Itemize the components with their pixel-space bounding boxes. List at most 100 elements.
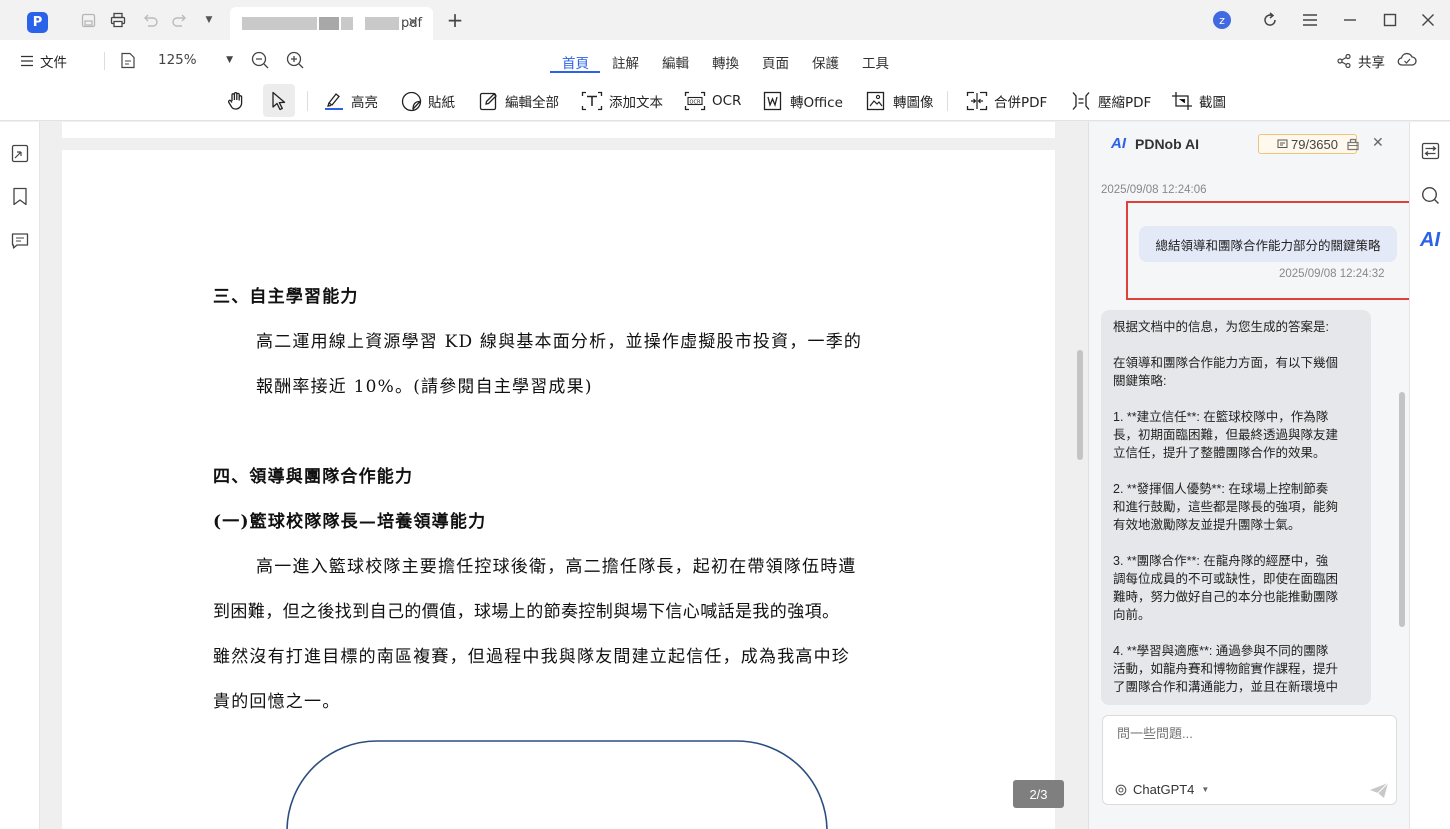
select-tool-icon[interactable] — [263, 84, 295, 117]
pdf-page: 三、自主學習能力 高二運用線上資源學習 KD 線與基本面分析，並操作虛擬股市投資… — [62, 150, 1055, 829]
screenshot-button[interactable]: 截圖 — [1171, 89, 1226, 113]
model-name: ChatGPT4 — [1133, 782, 1195, 797]
edit-all-button[interactable]: 編輯全部 — [479, 89, 559, 113]
share-button[interactable]: 共享 — [1337, 51, 1385, 71]
to-image-label: 轉圖像 — [893, 95, 934, 111]
comments-icon[interactable] — [11, 232, 29, 254]
left-sidebar — [0, 122, 40, 829]
page-indicator[interactable]: 2/3 — [1013, 780, 1064, 808]
tab-page[interactable]: 頁面 — [762, 52, 789, 72]
svg-text:OCR: OCR — [690, 99, 701, 105]
sticker-button[interactable]: 貼紙 — [401, 89, 455, 113]
to-office-label: 轉Office — [790, 95, 843, 111]
message-timestamp: 2025/09/08 12:24:06 — [1101, 184, 1207, 196]
ocr-label: OCR — [712, 93, 742, 109]
merge-pdf-button[interactable]: 合併PDF — [966, 89, 1047, 113]
menu-bar: 文件 125% ▼ 首頁 註解 編輯 轉換 頁面 保護 工具 共享 — [0, 40, 1450, 81]
new-tab-icon[interactable]: + — [443, 8, 467, 32]
minimize-icon[interactable] — [1338, 8, 1362, 32]
highlight-label: 高亮 — [351, 95, 378, 111]
print-icon[interactable] — [106, 8, 130, 32]
section4-subheading: (一)籃球校隊隊長—培養領導能力 — [213, 512, 487, 532]
chevron-down-icon: ▼ — [226, 55, 233, 65]
tab-annotate[interactable]: 註解 — [612, 52, 639, 72]
message-count-icon — [1277, 139, 1288, 148]
answer-paragraph: 在領導和團隊合作能力方面，有以下幾個 關鍵策略: — [1113, 356, 1339, 388]
quick-access-dropdown-icon[interactable]: ▼ — [197, 8, 221, 32]
tab-protect[interactable]: 保護 — [812, 52, 839, 72]
tab-edit[interactable]: 編輯 — [662, 52, 689, 72]
divider — [104, 52, 105, 70]
maximize-icon[interactable] — [1378, 8, 1402, 32]
thumbnails-icon[interactable] — [11, 144, 29, 167]
redo-icon[interactable] — [168, 8, 192, 32]
toolbar: 高亮 貼紙 編輯全部 添加文本 OCR OCR 轉Office 轉圖像 合併PD… — [0, 81, 1450, 121]
edit-all-label: 編輯全部 — [505, 95, 559, 111]
active-tab-indicator — [550, 71, 600, 73]
zoom-in-icon[interactable] — [286, 51, 304, 73]
question-input[interactable] — [1117, 726, 1377, 741]
close-window-icon[interactable] — [1416, 8, 1440, 32]
zoom-value: 125% — [158, 52, 197, 68]
section4-line4: 貴的回憶之一。 — [213, 692, 341, 712]
zoom-select[interactable]: 125% ▼ — [158, 52, 233, 68]
add-text-icon — [581, 91, 603, 111]
share-icon — [1337, 54, 1351, 68]
tab-convert[interactable]: 轉換 — [712, 52, 739, 72]
section4-line3: 雖然沒有打進目標的南區複賽，但過程中我與隊友間建立起信任，成為我高中珍 — [213, 647, 850, 667]
add-text-label: 添加文本 — [609, 95, 663, 111]
question-input-box[interactable]: ChatGPT4 ▼ — [1102, 715, 1397, 805]
to-office-button[interactable]: 轉Office — [763, 89, 843, 113]
file-menu-button[interactable]: 文件 — [20, 51, 67, 71]
ai-assistant-icon[interactable]: AI — [1420, 229, 1440, 252]
to-image-button[interactable]: 轉圖像 — [866, 89, 934, 113]
send-icon[interactable] — [1369, 782, 1389, 803]
page-view-icon[interactable] — [120, 52, 136, 73]
avatar[interactable]: z — [1213, 11, 1231, 29]
screenshot-label: 截圖 — [1199, 95, 1226, 111]
search-icon[interactable] — [1421, 186, 1440, 209]
hand-tool-icon[interactable] — [222, 87, 250, 115]
undo-icon[interactable] — [138, 8, 162, 32]
section4-line1: 高一進入籃球校隊主要擔任控球後衛，高二擔任隊長，起初在帶領隊伍時遭 — [256, 557, 857, 577]
document-tab[interactable]: pdf ✕ — [230, 7, 433, 40]
document-scrollbar[interactable] — [1077, 350, 1083, 460]
section3-line2: 報酬率接近 10%。(請參閱自主學習成果) — [256, 377, 593, 397]
ai-panel-title: PDNob AI — [1135, 136, 1200, 152]
clear-history-icon[interactable] — [1346, 136, 1360, 155]
ai-logo-icon: AI — [1111, 135, 1126, 152]
answer-paragraph: 4. **學習與適應**: 通過參與不同的團隊 活動，如龍舟賽和博物館實作課程，… — [1113, 644, 1339, 694]
previous-page — [62, 122, 1055, 138]
bookmark-icon[interactable] — [12, 187, 28, 210]
ai-panel-header: AI PDNob AI 79/3650 ✕ — [1089, 122, 1410, 167]
compress-pdf-button[interactable]: 壓縮PDF — [1070, 89, 1151, 113]
answer-paragraph: 1. **建立信任**: 在籃球校隊中，作為隊 長，初期面臨困難，但最終透過與隊… — [1113, 410, 1339, 460]
menu-icon[interactable] — [1298, 8, 1322, 32]
office-icon — [763, 91, 782, 111]
properties-icon[interactable] — [1421, 142, 1440, 164]
tab-home[interactable]: 首頁 — [562, 52, 589, 72]
sync-icon[interactable] — [1258, 8, 1282, 32]
cloud-icon[interactable] — [1397, 51, 1417, 71]
quota-value: 79/3650 — [1291, 136, 1338, 152]
document-viewer[interactable]: 三、自主學習能力 高二運用線上資源學習 KD 線與基本面分析，並操作虛擬股市投資… — [40, 122, 1088, 829]
rounded-frame-shape — [286, 740, 828, 829]
ai-panel: AI PDNob AI 79/3650 ✕ 2025/09/08 12:24:0… — [1088, 122, 1411, 829]
tab-tools[interactable]: 工具 — [862, 52, 889, 72]
add-text-button[interactable]: 添加文本 — [581, 89, 663, 113]
answer-paragraph: 3. **團隊合作**: 在龍舟隊的經歷中，強 調每位成員的不可或缺性，即使在面… — [1113, 554, 1339, 622]
edit-icon — [479, 92, 497, 111]
close-tab-icon[interactable]: ✕ — [407, 15, 419, 31]
ocr-button[interactable]: OCR OCR — [684, 89, 741, 113]
close-panel-icon[interactable]: ✕ — [1372, 135, 1384, 151]
save-icon[interactable] — [76, 8, 100, 32]
highlight-button[interactable]: 高亮 — [323, 89, 378, 113]
model-select[interactable]: ChatGPT4 ▼ — [1115, 782, 1209, 797]
sticker-icon — [401, 91, 422, 111]
right-sidebar: AI — [1409, 122, 1450, 829]
zoom-out-icon[interactable] — [251, 51, 269, 73]
merge-icon — [966, 91, 988, 111]
ai-answer: 根据文档中的信息，为您生成的答案是: 在領導和團隊合作能力方面，有以下幾個 關鍵… — [1101, 310, 1371, 705]
highlight-icon — [325, 93, 343, 110]
chat-scrollbar[interactable] — [1399, 392, 1405, 627]
